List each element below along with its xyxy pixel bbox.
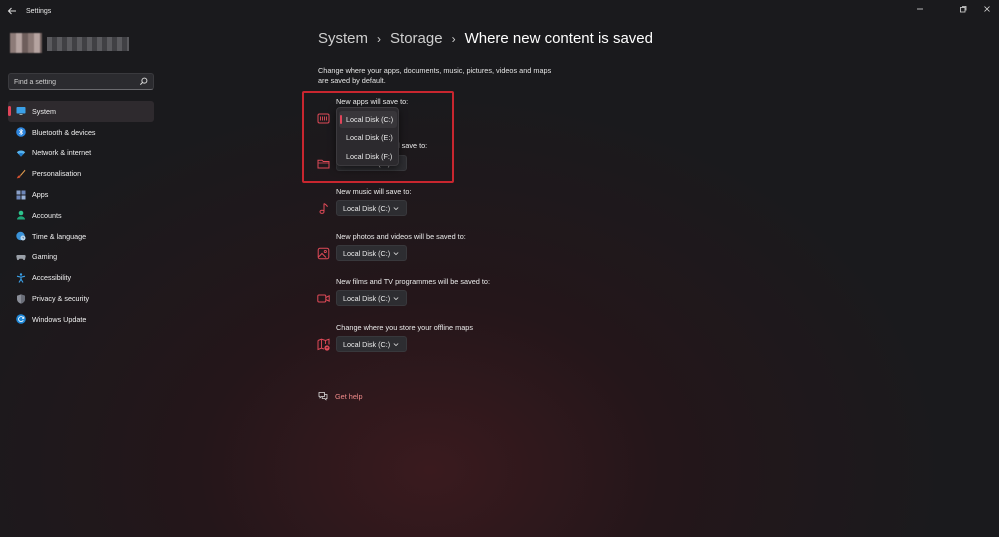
- sidebar-item-apps[interactable]: Apps: [8, 184, 154, 205]
- films-location-dropdown[interactable]: Local Disk (C:): [336, 290, 407, 306]
- shield-icon: [17, 293, 25, 304]
- sidebar-item-gaming[interactable]: Gaming: [8, 247, 154, 268]
- video-camera-icon: [317, 294, 330, 303]
- dropdown-value: Local Disk (C:): [343, 293, 391, 303]
- chevron-down-icon: [393, 297, 399, 301]
- sidebar-item-label: System: [32, 106, 56, 116]
- back-arrow-icon[interactable]: [6, 6, 18, 18]
- page-description: Change where your apps, documents, music…: [318, 66, 552, 85]
- dropdown-value: Local Disk (C:): [343, 203, 391, 213]
- monitor-icon: [16, 107, 26, 116]
- sidebar-item-personalisation[interactable]: Personalisation: [8, 163, 154, 184]
- minimize-icon[interactable]: [913, 4, 927, 16]
- setting-label-maps: Change where you store your offline maps: [336, 323, 473, 332]
- page-title: Where new content is saved: [464, 30, 653, 47]
- close-icon[interactable]: [980, 4, 994, 16]
- music-location-dropdown[interactable]: Local Disk (C:): [336, 200, 407, 216]
- map-icon: [317, 338, 330, 351]
- sidebar-item-label: Bluetooth & devices: [32, 127, 96, 137]
- chevron-right-icon: ›: [451, 31, 456, 46]
- wifi-icon: [16, 150, 26, 157]
- search-input[interactable]: [14, 76, 139, 88]
- sidebar-item-label: Time & language: [32, 231, 87, 241]
- music-note-icon: [319, 203, 328, 214]
- setting-label-films: New films and TV programmes will be save…: [336, 277, 490, 286]
- sidebar-item-label: Personalisation: [32, 169, 82, 179]
- setting-label-photos: New photos and videos will be saved to:: [336, 232, 466, 241]
- sidebar-item-label: Accessibility: [32, 273, 72, 283]
- breadcrumb-storage[interactable]: Storage: [390, 30, 443, 47]
- breadcrumb-system[interactable]: System: [318, 30, 368, 47]
- maximize-icon[interactable]: [956, 4, 970, 16]
- sidebar-nav: System Bluetooth & devices Network & int…: [8, 101, 154, 330]
- chevron-down-icon: [393, 343, 399, 347]
- app-title: Settings: [26, 8, 52, 15]
- update-icon: [16, 314, 26, 325]
- sidebar-item-bluetooth[interactable]: Bluetooth & devices: [8, 122, 154, 143]
- sidebar-item-label: Windows Update: [32, 314, 87, 324]
- apps-icon: [16, 190, 26, 200]
- sidebar-item-accounts[interactable]: Accounts: [8, 205, 154, 226]
- photos-location-dropdown[interactable]: Local Disk (C:): [336, 245, 407, 261]
- accessibility-icon: [16, 273, 26, 283]
- chevron-down-icon: [393, 252, 399, 256]
- setting-label-music: New music will save to:: [336, 187, 412, 196]
- brush-icon: [16, 169, 26, 178]
- get-help[interactable]: Get help: [318, 391, 363, 401]
- sidebar-item-network[interactable]: Network & internet: [8, 143, 154, 164]
- globe-clock-icon: [16, 231, 26, 241]
- sidebar-item-windows-update[interactable]: Windows Update: [8, 309, 154, 330]
- sidebar-item-accessibility[interactable]: Accessibility: [8, 267, 154, 288]
- avatar[interactable]: [10, 33, 42, 53]
- dropdown-value: Local Disk (C:): [343, 248, 391, 258]
- person-icon: [17, 211, 25, 220]
- get-help-link[interactable]: Get help: [335, 392, 363, 401]
- sidebar-item-time-language[interactable]: Time & language: [8, 226, 154, 247]
- chevron-right-icon: ›: [377, 31, 382, 46]
- photo-icon: [317, 247, 330, 260]
- breadcrumb: System › Storage › Where new content is …: [318, 30, 653, 47]
- bluetooth-icon: [16, 127, 26, 137]
- profile-name-redacted: [47, 37, 129, 51]
- search-box[interactable]: [8, 73, 154, 90]
- sidebar-item-privacy-security[interactable]: Privacy & security: [8, 288, 154, 309]
- chevron-down-icon: [393, 207, 399, 211]
- search-icon[interactable]: [139, 77, 148, 86]
- sidebar-item-label: Privacy & security: [32, 294, 90, 304]
- help-chat-icon: [318, 392, 328, 401]
- sidebar-item-label: Gaming: [32, 252, 58, 262]
- dropdown-value: Local Disk (C:): [343, 339, 391, 349]
- sidebar-item-label: Network & internet: [32, 148, 92, 158]
- sidebar-item-system[interactable]: System: [8, 101, 154, 122]
- sidebar-item-label: Accounts: [32, 210, 62, 220]
- highlight-annotation-box: [302, 91, 454, 183]
- title-bar: Settings: [0, 0, 999, 24]
- maps-location-dropdown[interactable]: Local Disk (C:): [336, 336, 407, 352]
- sidebar-item-label: Apps: [32, 190, 49, 200]
- gamepad-icon: [16, 254, 26, 261]
